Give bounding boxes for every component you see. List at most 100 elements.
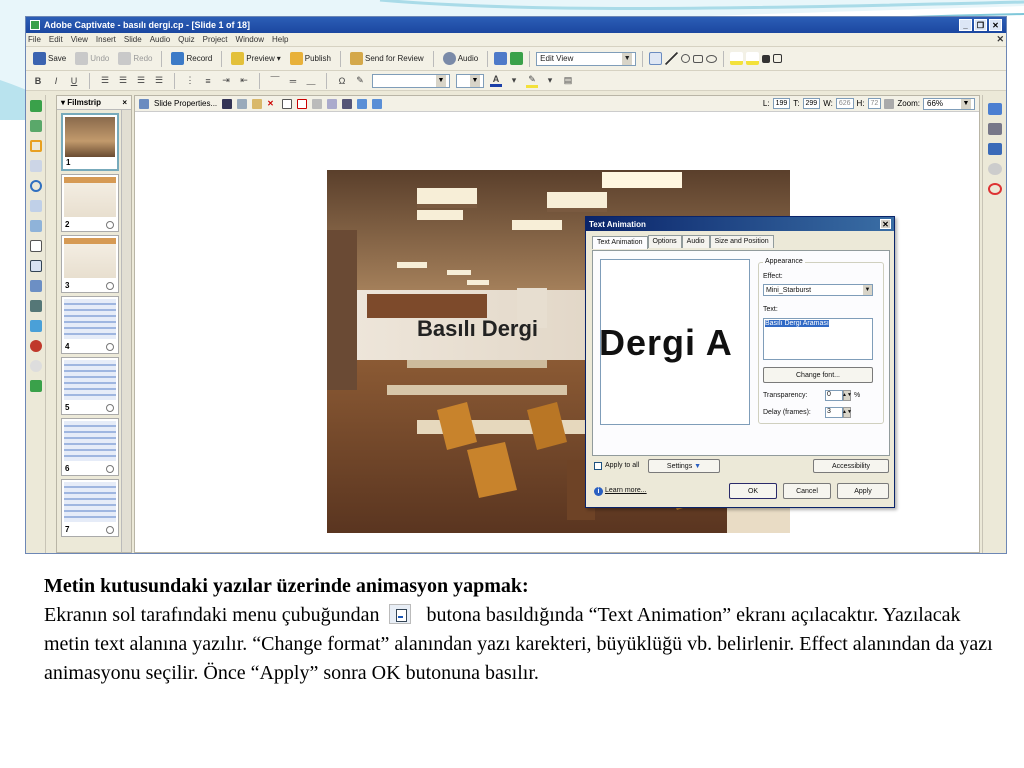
publish-button[interactable]: Publish: [287, 51, 334, 66]
circle-icon[interactable]: [681, 54, 691, 63]
ruler-icon[interactable]: [987, 143, 1002, 155]
image-icon[interactable]: [29, 240, 42, 252]
left-field[interactable]: 199: [772, 98, 791, 109]
button-tool-icon[interactable]: [29, 280, 42, 292]
caption-tool-icon[interactable]: [29, 100, 42, 112]
slide-thumbnail[interactable]: 3: [61, 235, 119, 293]
close-icon[interactable]: ✕: [989, 19, 1002, 31]
rollover-caption-icon[interactable]: [29, 120, 42, 132]
check-icon[interactable]: [297, 98, 308, 109]
font-color-icon[interactable]: A: [490, 74, 502, 87]
align-bottom-icon[interactable]: ⎽: [305, 75, 317, 86]
tab-text-animation[interactable]: Text Animation: [592, 236, 648, 249]
delay-spinner[interactable]: ▲▼: [842, 407, 852, 418]
duplicate-icon[interactable]: [312, 98, 323, 109]
widget-icon[interactable]: [29, 360, 42, 372]
change-font-button[interactable]: Change font...: [763, 367, 873, 383]
symbol-icon[interactable]: Ω: [336, 76, 348, 86]
bubble-icon[interactable]: [987, 163, 1002, 175]
slide-thumbnail[interactable]: 4: [61, 296, 119, 354]
slidelet-icon[interactable]: [29, 300, 42, 312]
close-document-icon[interactable]: ✕: [996, 34, 1004, 45]
insert-variable-icon[interactable]: ✎: [354, 75, 366, 86]
top-field[interactable]: 299: [802, 98, 821, 109]
preview-button[interactable]: Preview ▾: [228, 51, 283, 66]
tab-size-and-position[interactable]: Size and Position: [709, 235, 774, 248]
filmstrip-close-icon[interactable]: ×: [122, 98, 127, 107]
indent-icon[interactable]: ⇥: [220, 75, 232, 86]
italic-button[interactable]: I: [50, 76, 62, 86]
tab-audio[interactable]: Audio: [681, 235, 710, 248]
bold-button[interactable]: B: [32, 76, 44, 86]
chevron-down-icon[interactable]: ▾: [508, 75, 520, 86]
chevron-down-icon[interactable]: ▾: [544, 75, 556, 86]
cancel-icon[interactable]: [987, 183, 1002, 195]
undo-button[interactable]: Undo: [72, 51, 112, 66]
back-arrow-icon[interactable]: [494, 52, 508, 65]
slide-thumbnail[interactable]: 5: [61, 357, 119, 415]
pen-color-icon[interactable]: [730, 52, 744, 65]
slide-properties-button[interactable]: Slide Properties...: [154, 99, 217, 108]
highlight-icon[interactable]: ✎: [526, 74, 538, 88]
height-field[interactable]: 72: [867, 98, 882, 109]
bring-front-icon[interactable]: [762, 54, 771, 63]
learn-more-link[interactable]: Learn more...: [605, 487, 647, 494]
zoom-area-icon[interactable]: [29, 180, 42, 192]
menu-help[interactable]: Help: [272, 35, 288, 44]
click-box-icon[interactable]: [29, 160, 42, 172]
dialog-close-icon[interactable]: ✕: [880, 219, 891, 229]
tab-options[interactable]: Options: [647, 235, 682, 248]
text-animation-icon[interactable]: [29, 260, 42, 272]
slide-thumbnail[interactable]: 7: [61, 479, 119, 537]
animation-icon[interactable]: [29, 320, 42, 332]
snap-icon[interactable]: [357, 98, 368, 109]
send-back-icon[interactable]: [773, 54, 783, 63]
font-select[interactable]: ▼: [372, 73, 450, 88]
filmstrip-scrollbar[interactable]: [121, 110, 131, 552]
menu-audio[interactable]: Audio: [150, 35, 170, 44]
lock-icon[interactable]: [372, 98, 383, 109]
slide-thumbnail[interactable]: 2: [61, 174, 119, 232]
zoom-select[interactable]: 66% ▼: [923, 97, 975, 110]
bullets-icon[interactable]: ⋮: [184, 75, 196, 86]
menu-project[interactable]: Project: [203, 35, 228, 44]
rectangle-icon[interactable]: [693, 54, 704, 63]
paste-icon[interactable]: [252, 98, 263, 109]
link-icon[interactable]: [884, 98, 895, 109]
apply-button[interactable]: Apply: [837, 483, 889, 499]
slide-thumbnail[interactable]: 6: [61, 418, 119, 476]
highlight-box-icon[interactable]: [29, 140, 42, 152]
numbering-icon[interactable]: ≡: [202, 76, 214, 86]
minimize-icon[interactable]: _: [959, 19, 972, 31]
menu-file[interactable]: File: [28, 35, 41, 44]
flash-video-icon[interactable]: [29, 340, 42, 352]
save-button[interactable]: Save: [30, 51, 69, 66]
delete-icon[interactable]: ✕: [267, 99, 277, 109]
transparency-input[interactable]: 0: [825, 390, 843, 401]
justify-icon[interactable]: ☰: [153, 75, 165, 86]
align-left-icon[interactable]: ☰: [99, 75, 111, 86]
cut-icon[interactable]: [222, 98, 233, 109]
outdent-icon[interactable]: ⇤: [238, 75, 250, 86]
apply-to-all-checkbox[interactable]: [594, 462, 602, 470]
cancel-button[interactable]: Cancel: [783, 483, 831, 499]
restore-icon[interactable]: ❐: [974, 19, 987, 31]
settings-icon[interactable]: [987, 123, 1002, 135]
align-right-icon[interactable]: ☰: [135, 75, 147, 86]
animation-text-input[interactable]: Basılı Dergi Araması: [763, 318, 873, 360]
line-icon[interactable]: [665, 52, 679, 65]
fill-color-icon[interactable]: [746, 52, 760, 65]
ellipse-icon[interactable]: [706, 54, 718, 63]
view-select[interactable]: Edit View ▼: [536, 51, 637, 66]
menu-insert[interactable]: Insert: [96, 35, 116, 44]
new-slide-icon[interactable]: [282, 98, 293, 109]
rollover-image-icon[interactable]: [29, 220, 42, 232]
record-button[interactable]: Record: [168, 51, 215, 66]
align-middle-icon[interactable]: ═: [287, 76, 299, 86]
settings-button[interactable]: Settings ▼: [648, 459, 720, 473]
menu-slide[interactable]: Slide: [124, 35, 142, 44]
close-panel-icon[interactable]: [987, 103, 1002, 115]
mouse-icon[interactable]: [29, 380, 42, 392]
text-entry-icon[interactable]: [29, 200, 42, 212]
delay-input[interactable]: 3: [825, 407, 843, 418]
